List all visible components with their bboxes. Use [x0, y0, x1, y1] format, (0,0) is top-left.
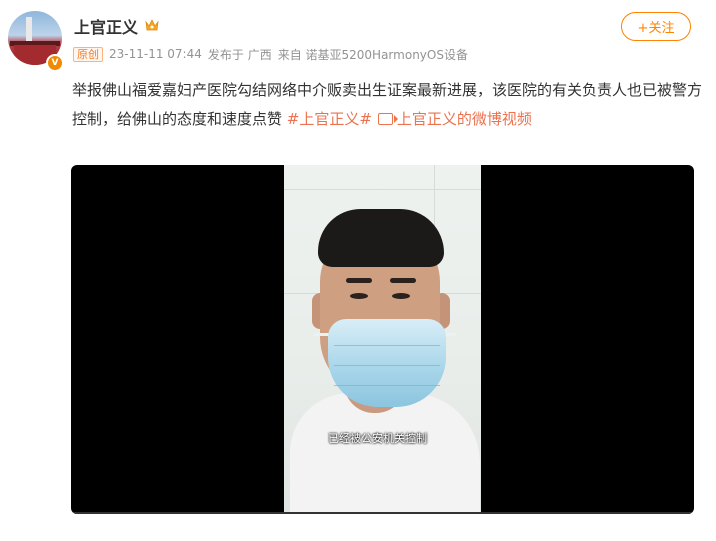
post-text: 举报佛山福爱嘉妇产医院勾结网络中介贩卖出生证案最新进展，该医院的有关负责人也已被… [72, 76, 702, 134]
follow-button[interactable]: +关注 [621, 12, 691, 41]
post-meta: 原创 23-11-11 07:44 发布于 广西 来自 诺基亚5200Harmo… [73, 46, 474, 62]
person-brow [346, 278, 372, 283]
face-mask [328, 319, 446, 407]
wall-tile-line [444, 293, 481, 294]
person-brow [390, 278, 416, 283]
video-frame [284, 165, 481, 514]
hashtag-link[interactable]: #上官正义# [287, 110, 372, 128]
crown-icon [145, 19, 159, 31]
mask-fold [334, 365, 440, 366]
mask-fold [334, 345, 440, 346]
wall-tile-line [284, 189, 481, 190]
video-link[interactable]: 上官正义的微博视频 [397, 110, 532, 128]
verified-badge-icon: V [46, 54, 64, 72]
video-link-icon [377, 113, 398, 125]
post-location: 发布于 广西 [207, 47, 272, 62]
video-progress-bar[interactable] [71, 512, 694, 514]
person-eye [392, 293, 410, 299]
original-badge: 原创 [73, 46, 103, 62]
post-source: 来自 诺基亚5200HarmonyOS设备 [277, 47, 468, 62]
person-hair [318, 209, 444, 267]
post-timestamp[interactable]: 23-11-11 07:44 [109, 47, 202, 61]
username[interactable]: 上官正义 [74, 14, 138, 38]
mask-fold [334, 385, 440, 386]
video-player[interactable]: 已经被公安机关控制 [71, 165, 694, 514]
person-eye [350, 293, 368, 299]
avatar-monument [26, 17, 32, 43]
video-subtitle: 已经被公安机关控制 [328, 432, 427, 445]
